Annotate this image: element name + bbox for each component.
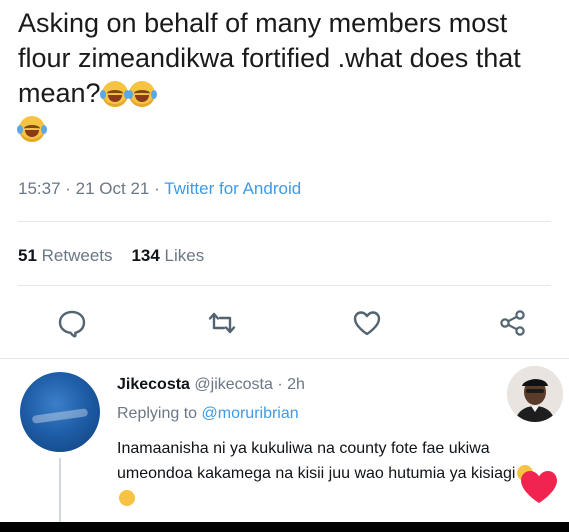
like-button[interactable] — [350, 306, 384, 340]
share-button[interactable] — [496, 306, 530, 340]
replying-to-handle[interactable]: @moruribrian — [202, 405, 299, 422]
share-icon — [500, 310, 525, 336]
tweet-body: Asking on behalf of many members most fl… — [18, 8, 521, 108]
reply-author-avatar[interactable] — [20, 372, 100, 452]
retweet-button[interactable] — [205, 306, 239, 340]
tweet-date: 21 Oct 21 — [75, 179, 150, 198]
reply-author-handle[interactable]: @jikecosta — [194, 376, 273, 393]
likes-stat[interactable]: 134 Likes — [131, 246, 204, 265]
thread-line — [59, 458, 61, 532]
tweet-action-bar — [0, 306, 569, 342]
heart-filled-icon — [521, 471, 557, 503]
tweet-source-link[interactable]: Twitter for Android — [164, 179, 301, 198]
reply-tweet[interactable]: Jikecosta @jikecosta · 2h Replying to @m… — [0, 358, 569, 532]
heart-outline-icon — [353, 311, 381, 336]
reply-age: 2h — [287, 376, 305, 393]
reply-header: Jikecosta @jikecosta · 2h — [117, 376, 305, 393]
reply-author-name[interactable]: Jikecosta — [117, 376, 190, 393]
bottom-edge — [0, 522, 569, 532]
comment-icon — [58, 310, 86, 338]
joy-emoji-icon — [17, 116, 47, 142]
divider — [18, 221, 551, 222]
tweet-metadata: 15:37 · 21 Oct 21 · Twitter for Android — [18, 179, 302, 198]
reply-button[interactable] — [55, 306, 89, 340]
joy-emoji-icon — [99, 81, 130, 107]
tweet-text: Asking on behalf of many members most fl… — [17, 6, 558, 146]
retweet-icon — [208, 312, 236, 334]
like-reply-button[interactable] — [519, 468, 559, 506]
person-photo — [507, 366, 563, 422]
joy-emoji-icon — [119, 490, 135, 506]
retweets-stat[interactable]: 51 Retweets — [18, 246, 113, 265]
tweet-time: 15:37 — [18, 179, 61, 198]
user-avatar[interactable] — [507, 366, 563, 422]
joy-emoji-icon — [126, 81, 157, 107]
reply-body: Inamaanisha ni ya kukuliwa na county fot… — [117, 436, 537, 511]
divider — [18, 285, 551, 286]
tweet-stats: 51 Retweets 134 Likes — [18, 246, 204, 266]
replying-to: Replying to @moruribrian — [117, 405, 299, 422]
